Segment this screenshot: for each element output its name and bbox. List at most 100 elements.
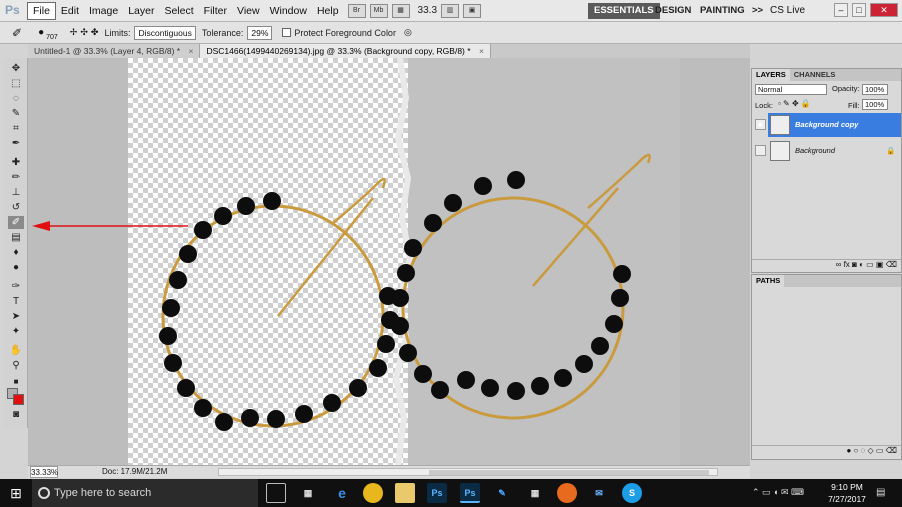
move-tool-icon[interactable]: ✥ xyxy=(8,62,24,75)
mail-icon[interactable]: ✉ xyxy=(589,483,609,503)
toolbox: ✥ ⬚ ◌ ✎ ⌗ ✒ ✚ ✏ ⊥ ↺ ✐ ▤ ♦ ● ✑ T ➤ ✦ ✋ ⚲ … xyxy=(4,58,28,428)
system-tray-icons[interactable]: ⌃ ▭ ◖ ✉ ⌨ xyxy=(752,487,804,498)
close-button[interactable]: ✕ xyxy=(870,3,898,17)
brush-tool-icon[interactable]: ✏ xyxy=(8,171,24,184)
eye-icon[interactable] xyxy=(755,145,766,156)
brush-preset-icon[interactable]: ● xyxy=(38,27,44,38)
fill-field[interactable]: 100% xyxy=(862,99,888,110)
file-explorer-icon[interactable] xyxy=(395,483,415,503)
blur-tool-icon[interactable]: ♦ xyxy=(8,246,24,259)
menu-filter[interactable]: Filter xyxy=(199,3,232,19)
dodge-tool-icon[interactable]: ● xyxy=(8,261,24,274)
layers-panel-footer[interactable]: ∞ fx ◙ ◐ ▭ ▣ ⌫ xyxy=(752,259,901,271)
pen-tool-icon[interactable]: ✑ xyxy=(8,280,24,293)
lock-label: Lock: xyxy=(755,101,773,110)
menu-bar: Ps File Edit Image Layer Select Filter V… xyxy=(0,0,902,22)
path-select-tool-icon[interactable]: ➤ xyxy=(8,310,24,323)
history-brush-tool-icon[interactable]: ↺ xyxy=(8,201,24,214)
quick-select-tool-icon[interactable]: ✎ xyxy=(8,107,24,120)
menu-image[interactable]: Image xyxy=(84,3,123,19)
quick-mask-icon[interactable]: ◙ xyxy=(8,408,24,421)
type-tool-icon[interactable]: T xyxy=(8,295,24,308)
layer-thumbnail xyxy=(770,115,790,135)
lasso-tool-icon[interactable]: ◌ xyxy=(8,92,24,105)
taskbar-search[interactable]: Type here to search xyxy=(32,479,258,507)
store-icon[interactable]: ▦ xyxy=(298,483,318,503)
task-view-icon[interactable] xyxy=(266,483,286,503)
menu-help[interactable]: Help xyxy=(312,3,344,19)
photoshop-taskbar-icon[interactable]: Ps xyxy=(427,483,447,503)
zoom-level[interactable]: 33.3 xyxy=(418,5,437,16)
layer-background[interactable]: Background 🔒 xyxy=(755,139,901,163)
notifications-icon[interactable]: ▤ xyxy=(876,487,885,498)
mini-bridge-button[interactable]: Mb xyxy=(369,3,388,18)
sampling-continuous-icon[interactable]: ✢ xyxy=(70,27,78,38)
layer-background-copy[interactable]: ● Background copy xyxy=(755,113,901,137)
skype-icon[interactable]: S xyxy=(622,483,642,503)
menu-select[interactable]: Select xyxy=(159,3,198,19)
minimize-button[interactable]: – xyxy=(834,3,848,17)
background-eraser-icon[interactable]: ✐ xyxy=(12,26,22,40)
close-icon[interactable]: × xyxy=(479,46,484,56)
limits-select[interactable]: Discontiguous xyxy=(134,25,196,40)
opacity-field[interactable]: 100% xyxy=(862,84,888,95)
arrange-docs-button[interactable]: ▥ xyxy=(441,3,460,18)
hand-tool-icon[interactable]: ✋ xyxy=(8,344,24,357)
windows-start-icon[interactable]: ⊞ xyxy=(8,485,24,501)
bridge-button[interactable]: Br xyxy=(347,3,366,18)
edge-icon[interactable]: e xyxy=(332,483,352,503)
scrollbar-thumb[interactable] xyxy=(429,470,709,475)
extras-button[interactable]: ▦ xyxy=(391,3,410,18)
torn-edge xyxy=(392,58,414,465)
sampling-swatch-icon[interactable]: ✤ xyxy=(91,27,99,38)
healing-brush-tool-icon[interactable]: ✚ xyxy=(8,156,24,169)
zoom-tool-icon[interactable]: ⚲ xyxy=(8,359,24,372)
lock-icons[interactable]: ▫ ✎ ✥ 🔒 xyxy=(778,99,811,108)
menu-layer[interactable]: Layer xyxy=(123,3,159,19)
marquee-tool-icon[interactable]: ⬚ xyxy=(8,77,24,90)
status-zoom-field[interactable]: 33.33% xyxy=(30,466,58,478)
sampling-once-icon[interactable]: ✣ xyxy=(80,27,88,38)
photoshop-active-icon[interactable]: Ps xyxy=(460,483,480,503)
menu-file[interactable]: File xyxy=(27,1,56,20)
paths-panel-footer[interactable]: ● ○ ◌ ◇ ▭ ⌫ xyxy=(752,445,901,457)
shape-tool-icon[interactable]: ✦ xyxy=(8,325,24,338)
menu-view[interactable]: View xyxy=(232,3,265,19)
protect-foreground-checkbox[interactable] xyxy=(282,28,292,37)
screen-mode-button[interactable]: ▣ xyxy=(463,3,482,18)
close-icon[interactable]: × xyxy=(188,46,193,56)
pen-app-icon[interactable]: ✎ xyxy=(492,483,512,503)
opacity-label: Opacity: xyxy=(832,84,860,93)
restore-button[interactable]: □ xyxy=(852,3,866,17)
default-colors-icon[interactable]: ■ xyxy=(8,375,24,388)
crop-tool-icon[interactable]: ⌗ xyxy=(8,122,24,135)
tab-channels[interactable]: CHANNELS xyxy=(790,69,840,81)
status-doc-size[interactable]: Doc: 17.9M/21.2M xyxy=(102,466,167,478)
tolerance-field[interactable]: 29% xyxy=(247,25,273,40)
cs-live-button[interactable]: CS Live xyxy=(770,3,805,19)
workspace-painting[interactable]: PAINTING xyxy=(694,3,751,19)
gradient-tool-icon[interactable]: ▤ xyxy=(8,231,24,244)
workspace-overflow[interactable]: >> xyxy=(746,3,769,19)
canvas-area[interactable] xyxy=(28,58,750,465)
tab-layers[interactable]: LAYERS xyxy=(752,69,790,81)
firefox-icon[interactable] xyxy=(557,483,577,503)
background-eraser-tool-icon[interactable]: ✐ xyxy=(8,216,24,229)
chrome-icon[interactable] xyxy=(363,483,383,503)
clock[interactable]: 9:10 PM 7/27/2017 xyxy=(826,481,868,505)
tab-paths[interactable]: PATHS xyxy=(752,275,785,287)
tab-dsc1466[interactable]: DSC1466(1499440269134).jpg @ 33.3% (Back… xyxy=(200,44,491,58)
horizontal-scrollbar[interactable] xyxy=(218,468,718,476)
eye-icon[interactable]: ● xyxy=(755,119,766,130)
tab-untitled[interactable]: Untitled-1 @ 33.3% (Layer 4, RGB/8) * × xyxy=(28,44,201,58)
clone-stamp-tool-icon[interactable]: ⊥ xyxy=(8,186,24,199)
paths-panel: PATHS ● ○ ◌ ◇ ▭ ⌫ xyxy=(751,274,902,460)
workspace-design[interactable]: DESIGN xyxy=(649,3,697,19)
menu-edit[interactable]: Edit xyxy=(56,3,84,19)
calculator-icon[interactable]: ▦ xyxy=(525,483,545,503)
eyedropper-tool-icon[interactable]: ✒ xyxy=(8,137,24,150)
background-color-swatch[interactable] xyxy=(13,394,24,405)
tablet-pressure-icon[interactable]: ◎ xyxy=(404,27,412,38)
blend-mode-select[interactable]: Normal xyxy=(755,84,827,95)
menu-window[interactable]: Window xyxy=(265,3,312,19)
